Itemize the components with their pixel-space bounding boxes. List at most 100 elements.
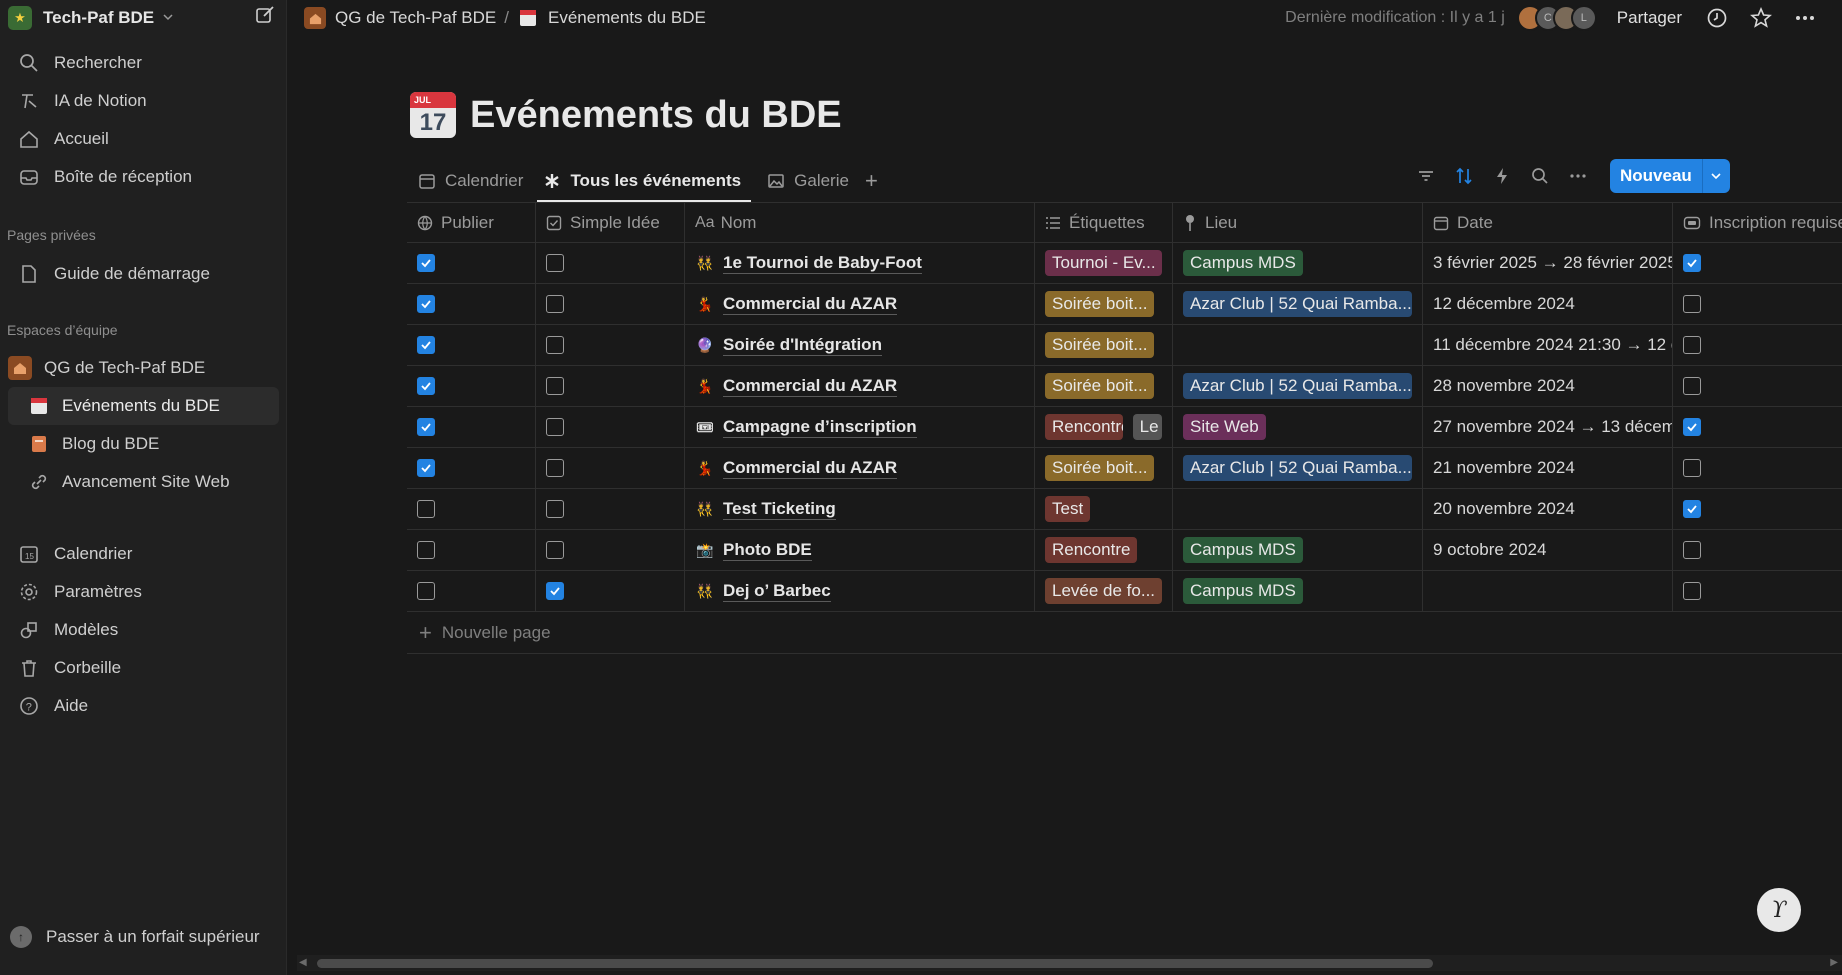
- table-row[interactable]: 👯 1e Tournoi de Baby-Foot Tournoi - Ev..…: [407, 243, 1842, 284]
- cell-etiquettes[interactable]: Soirée boit...: [1035, 325, 1173, 365]
- inscription-checkbox[interactable]: [1683, 582, 1701, 600]
- event-name[interactable]: 🎟 Campagne d’inscription: [695, 417, 917, 438]
- cell-date[interactable]: 9 octobre 2024: [1423, 530, 1673, 570]
- publier-checkbox[interactable]: [417, 500, 435, 518]
- location-badge[interactable]: Campus MDS: [1183, 578, 1303, 604]
- nav-getting-started[interactable]: Guide de démarrage: [8, 255, 279, 293]
- cell-etiquettes[interactable]: Tournoi - Ev...: [1035, 243, 1173, 283]
- simple-idee-checkbox[interactable]: [546, 500, 564, 518]
- page-icon-calendar[interactable]: JUL 17: [410, 92, 456, 138]
- publier-checkbox[interactable]: [417, 541, 435, 559]
- avatars[interactable]: C L: [1516, 5, 1597, 31]
- cell-lieu[interactable]: Campus MDS: [1173, 243, 1423, 283]
- chevron-down-icon[interactable]: [1701, 159, 1730, 193]
- scroll-right-icon[interactable]: ▶: [1830, 957, 1838, 968]
- notion-ai-button[interactable]: ϒ: [1757, 888, 1801, 932]
- event-name[interactable]: 💃 Commercial du AZAR: [695, 294, 898, 315]
- tag-badge[interactable]: Rencontre: [1045, 414, 1123, 440]
- horizontal-scrollbar[interactable]: ◀ ▶: [297, 955, 1842, 971]
- tag-badge[interactable]: Soirée boit...: [1045, 332, 1155, 358]
- cell-lieu[interactable]: Site Web: [1173, 407, 1423, 447]
- cell-lieu[interactable]: Azar Club | 52 Quai Ramba...: [1173, 448, 1423, 488]
- event-name[interactable]: 🔮 Soirée d'Intégration: [695, 335, 882, 356]
- cell-etiquettes[interactable]: Soirée boit...: [1035, 366, 1173, 406]
- location-badge[interactable]: Azar Club | 52 Quai Ramba...: [1183, 455, 1412, 481]
- team-space-hq[interactable]: QG de Tech-Paf BDE: [8, 349, 279, 387]
- new-button[interactable]: Nouveau: [1610, 159, 1702, 193]
- history-icon[interactable]: [1706, 7, 1728, 29]
- inscription-checkbox[interactable]: [1683, 254, 1701, 272]
- column-header-etiquettes[interactable]: Étiquettes: [1035, 203, 1173, 242]
- tag-badge[interactable]: Levée de fo...: [1045, 578, 1162, 604]
- inscription-checkbox[interactable]: [1683, 377, 1701, 395]
- inscription-checkbox[interactable]: [1683, 500, 1701, 518]
- scrollbar-thumb[interactable]: [317, 959, 1433, 968]
- team-item-blog[interactable]: Blog du BDE: [8, 425, 279, 463]
- cell-etiquettes[interactable]: Levée de fo...: [1035, 571, 1173, 611]
- cell-date[interactable]: 21 novembre 2024: [1423, 448, 1673, 488]
- nav-calendar[interactable]: 15 Calendrier: [8, 535, 279, 573]
- new-page-icon[interactable]: [254, 4, 276, 31]
- column-header-nom[interactable]: Aa Nom: [685, 203, 1035, 242]
- column-header-publier[interactable]: Publier: [407, 203, 536, 242]
- cell-date[interactable]: [1423, 571, 1673, 611]
- location-badge[interactable]: Azar Club | 52 Quai Ramba...: [1183, 373, 1412, 399]
- automation-icon[interactable]: [1492, 166, 1512, 186]
- cell-lieu[interactable]: Campus MDS: [1173, 571, 1423, 611]
- tag-badge[interactable]: Le: [1132, 414, 1162, 440]
- cell-lieu[interactable]: Campus MDS: [1173, 530, 1423, 570]
- team-item-events[interactable]: Evénements du BDE: [8, 387, 279, 425]
- nav-templates[interactable]: Modèles: [8, 611, 279, 649]
- column-header-simple-idee[interactable]: Simple Idée: [536, 203, 685, 242]
- table-row[interactable]: 📸 Photo BDE Rencontre Campus MDS 9 octob…: [407, 530, 1842, 571]
- tag-badge[interactable]: Soirée boit...: [1045, 455, 1155, 481]
- cell-etiquettes[interactable]: Rencontre: [1035, 530, 1173, 570]
- nav-home[interactable]: Accueil: [8, 120, 279, 158]
- nav-search[interactable]: Rechercher: [8, 44, 279, 82]
- location-badge[interactable]: Azar Club | 52 Quai Ramba...: [1183, 291, 1412, 317]
- event-name[interactable]: 💃 Commercial du AZAR: [695, 376, 898, 397]
- simple-idee-checkbox[interactable]: [546, 582, 564, 600]
- cell-etiquettes[interactable]: Soirée boit...: [1035, 284, 1173, 324]
- table-row[interactable]: 🎟 Campagne d’inscription Rencontre Le Sit…: [407, 407, 1842, 448]
- simple-idee-checkbox[interactable]: [546, 377, 564, 395]
- inscription-checkbox[interactable]: [1683, 541, 1701, 559]
- cell-etiquettes[interactable]: Rencontre Le: [1035, 407, 1173, 447]
- publier-checkbox[interactable]: [417, 582, 435, 600]
- nav-settings[interactable]: Paramètres: [8, 573, 279, 611]
- tab-calendrier[interactable]: Calendrier: [408, 160, 533, 202]
- location-badge[interactable]: Campus MDS: [1183, 250, 1303, 276]
- column-header-lieu[interactable]: Lieu: [1173, 203, 1423, 242]
- tag-badge[interactable]: Soirée boit...: [1045, 291, 1155, 317]
- cell-date[interactable]: 20 novembre 2024: [1423, 489, 1673, 529]
- cell-date[interactable]: 27 novembre 2024 → 13 décembre 2024: [1423, 407, 1673, 447]
- publier-checkbox[interactable]: [417, 459, 435, 477]
- simple-idee-checkbox[interactable]: [546, 336, 564, 354]
- table-row[interactable]: 👯 Dej o’ Barbec Levée de fo... Campus MD…: [407, 571, 1842, 612]
- column-header-inscription[interactable]: Inscription requise: [1673, 203, 1842, 242]
- cell-lieu[interactable]: [1173, 489, 1423, 529]
- nav-help[interactable]: ? Aide: [8, 687, 279, 725]
- search-icon[interactable]: [1530, 166, 1550, 186]
- event-name[interactable]: 👯 Dej o’ Barbec: [695, 581, 831, 602]
- simple-idee-checkbox[interactable]: [546, 254, 564, 272]
- share-button[interactable]: Partager: [1617, 8, 1682, 28]
- new-page-row[interactable]: + Nouvelle page: [407, 612, 1842, 654]
- cell-lieu[interactable]: Azar Club | 52 Quai Ramba...: [1173, 284, 1423, 324]
- publier-checkbox[interactable]: [417, 377, 435, 395]
- inscription-checkbox[interactable]: [1683, 295, 1701, 313]
- cell-lieu[interactable]: Azar Club | 52 Quai Ramba...: [1173, 366, 1423, 406]
- table-row[interactable]: 👯 Test Ticketing Test 20 novembre 2024: [407, 489, 1842, 530]
- cell-date[interactable]: 11 décembre 2024 21:30 → 12 décembre 202…: [1423, 325, 1673, 365]
- tag-badge[interactable]: Test: [1045, 496, 1091, 522]
- nav-inbox[interactable]: Boîte de réception: [8, 158, 279, 196]
- inscription-checkbox[interactable]: [1683, 336, 1701, 354]
- more-icon[interactable]: [1794, 7, 1816, 29]
- event-name[interactable]: 👯 1e Tournoi de Baby-Foot: [695, 253, 922, 274]
- publier-checkbox[interactable]: [417, 295, 435, 313]
- cell-etiquettes[interactable]: Test: [1035, 489, 1173, 529]
- more-icon[interactable]: [1568, 166, 1588, 186]
- cell-date[interactable]: 12 décembre 2024: [1423, 284, 1673, 324]
- filter-icon[interactable]: [1416, 166, 1436, 186]
- table-row[interactable]: 🔮 Soirée d'Intégration Soirée boit... 11…: [407, 325, 1842, 366]
